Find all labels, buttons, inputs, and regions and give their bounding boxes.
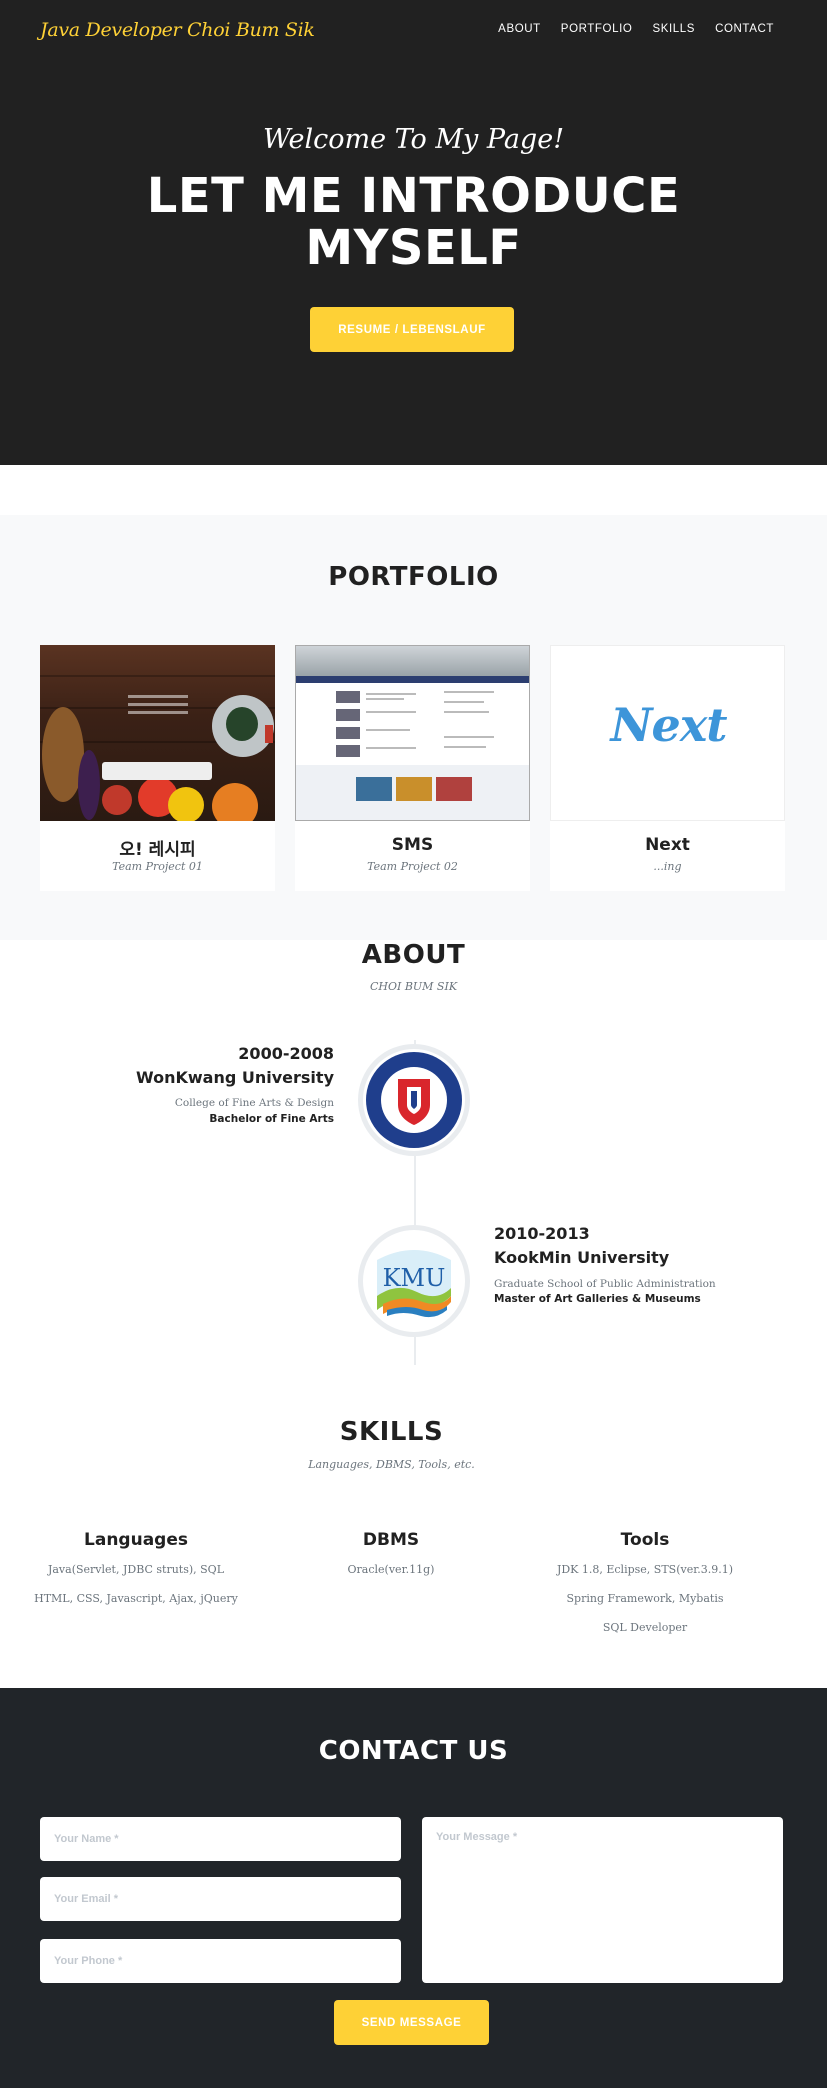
skill-item: SQL Developer — [602, 1621, 688, 1634]
portfolio-item-recipe[interactable]: 오! 레시피 Team Project 01 — [40, 645, 275, 891]
timeline-school: WonKwang University — [136, 1068, 334, 1087]
skills-column-heading: Languages — [84, 1530, 188, 1550]
timeline-years: 2000-2008 — [238, 1044, 334, 1063]
skill-item: JDK 1.8, Eclipse, STS(ver.3.9.1) — [556, 1563, 734, 1576]
timeline-years: 2010-2013 — [494, 1224, 590, 1243]
resume-button[interactable]: RESUME / LEBENSLAUF — [310, 307, 514, 352]
skills-column-dbms: DBMS Oracle(ver.11g) — [261, 1530, 521, 1591]
skills-column-heading: DBMS — [362, 1530, 420, 1550]
hero-heading: LET ME INTRODUCE MYSELF — [0, 170, 827, 274]
nav-link-portfolio[interactable]: PORTFOLIO — [561, 23, 633, 35]
portfolio-title: PORTFOLIO — [328, 562, 499, 592]
kookmin-university-logo: KMU — [358, 1225, 470, 1337]
nav-link-contact[interactable]: CONTACT — [715, 23, 774, 35]
svg-text:KMU: KMU — [383, 1264, 446, 1292]
wonkwang-university-logo — [358, 1044, 470, 1156]
skills-column-tools: Tools JDK 1.8, Eclipse, STS(ver.3.9.1) S… — [515, 1530, 775, 1649]
skills-title: SKILLS — [339, 1417, 444, 1447]
timeline-school: KookMin University — [494, 1248, 670, 1267]
skills-column-languages: Languages Java(Servlet, JDBC struts), SQ… — [6, 1530, 266, 1620]
hero-subheading: Welcome To My Page! — [262, 124, 565, 155]
sms-thumbnail[interactable] — [295, 645, 530, 821]
skill-item: Spring Framework, Mybatis — [566, 1592, 724, 1605]
timeline-department: Graduate School of Public Administration — [494, 1278, 716, 1290]
main-nav: ABOUT PORTFOLIO SKILLS CONTACT — [498, 23, 774, 35]
next-thumbnail-text: Next — [610, 698, 728, 752]
portfolio-item-caption: Team Project 01 — [112, 860, 203, 873]
portfolio-section: PORTFOLIO 오! 레시피 Team Project 01 SMS Tea… — [0, 515, 827, 940]
phone-field[interactable] — [40, 1939, 401, 1983]
timeline-degree: Master of Art Galleries & Museums — [494, 1293, 701, 1305]
email-field[interactable] — [40, 1877, 401, 1921]
nav-link-skills[interactable]: SKILLS — [652, 23, 695, 35]
skill-item: Java(Servlet, JDBC struts), SQL — [47, 1563, 225, 1576]
hero-section: Java Developer Choi Bum Sik ABOUT PORTFO… — [0, 0, 827, 465]
about-title: ABOUT — [361, 940, 466, 970]
next-thumbnail[interactable]: Next — [550, 645, 785, 821]
timeline-department: College of Fine Arts & Design — [174, 1097, 334, 1109]
name-field[interactable] — [40, 1817, 401, 1861]
hero-heading-line1: LET ME INTRODUCE — [146, 168, 681, 224]
recipe-thumbnail[interactable] — [40, 645, 275, 821]
skills-subtitle: Languages, DBMS, Tools, etc. — [308, 1458, 475, 1471]
timeline-degree: Bachelor of Fine Arts — [209, 1113, 334, 1125]
message-field[interactable] — [422, 1817, 783, 1983]
portfolio-item-name: Next — [645, 835, 690, 855]
portfolio-item-name: SMS — [391, 835, 434, 855]
send-message-button[interactable]: SEND MESSAGE — [334, 2000, 489, 2045]
portfolio-item-next[interactable]: Next Next ...ing — [550, 645, 785, 891]
contact-title: CONTACT US — [318, 1736, 509, 1766]
about-subtitle: CHOI BUM SIK — [369, 980, 458, 993]
skill-item: HTML, CSS, Javascript, Ajax, jQuery — [34, 1592, 238, 1605]
portfolio-item-name: 오! 레시피 — [119, 840, 196, 860]
portfolio-item-sms[interactable]: SMS Team Project 02 — [295, 645, 530, 891]
skill-item: Oracle(ver.11g) — [347, 1563, 435, 1576]
nav-link-about[interactable]: ABOUT — [498, 23, 541, 35]
skills-column-heading: Tools — [620, 1530, 670, 1550]
brand-logo[interactable]: Java Developer Choi Bum Sik — [40, 19, 315, 41]
hero-heading-line2: MYSELF — [305, 220, 522, 276]
portfolio-item-caption: Team Project 02 — [367, 860, 458, 873]
portfolio-item-caption: ...ing — [653, 860, 682, 873]
